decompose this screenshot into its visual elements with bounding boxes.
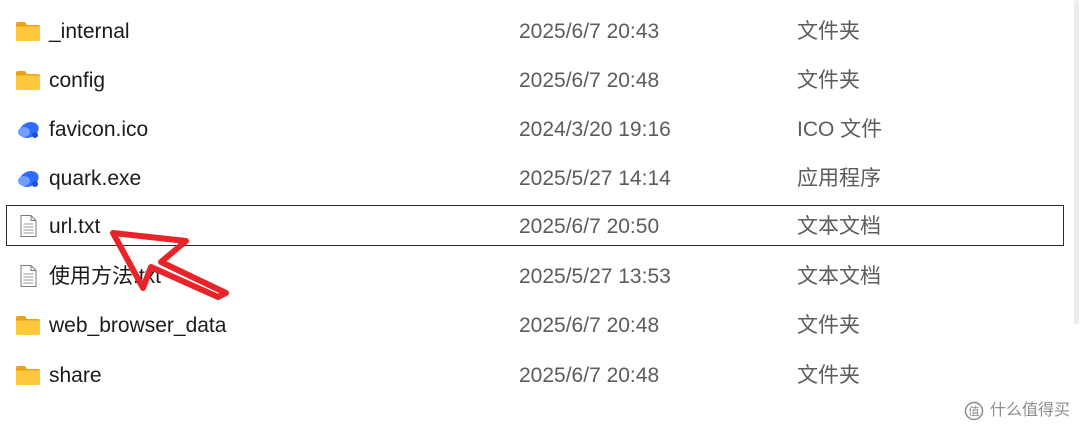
file-name: favicon.ico: [49, 118, 149, 141]
scrollbar-thumb[interactable]: [1074, 0, 1079, 325]
file-name: _internal: [49, 20, 130, 43]
file-date: 2025/5/27 13:53: [519, 265, 671, 288]
quark-icon: [15, 118, 41, 140]
file-row-config[interactable]: config 2025/6/7 20:48 文件夹: [6, 59, 1064, 100]
file-row-internal[interactable]: _internal 2025/6/7 20:43 文件夹: [6, 10, 1064, 51]
file-list-view: _internal 2025/6/7 20:43 文件夹 config 2025…: [0, 0, 1080, 431]
file-type: 文件夹: [797, 69, 860, 92]
file-name: share: [49, 364, 102, 387]
file-type: 文件夹: [797, 364, 860, 387]
file-type: 文本文档: [797, 215, 881, 238]
vertical-scrollbar[interactable]: [1072, 0, 1080, 325]
text-file-icon: [15, 215, 41, 237]
file-type: 文本文档: [797, 265, 881, 288]
folder-icon: [15, 69, 41, 91]
file-row-usage-txt[interactable]: 使用方法.txt 2025/5/27 13:53 文本文档: [6, 255, 1064, 296]
file-row-web-browser-data[interactable]: web_browser_data 2025/6/7 20:48 文件夹: [6, 304, 1064, 345]
file-date: 2025/6/7 20:48: [519, 364, 660, 387]
file-name: web_browser_data: [49, 314, 227, 337]
folder-icon: [15, 364, 41, 386]
file-date: 2025/6/7 20:48: [519, 314, 660, 337]
file-row-share[interactable]: share 2025/6/7 20:48 文件夹: [6, 354, 1064, 395]
file-type: 文件夹: [797, 20, 860, 43]
svg-text:值: 值: [968, 405, 979, 418]
watermark-text: 什么值得买: [989, 402, 1070, 419]
file-date: 2025/6/7 20:48: [519, 69, 660, 92]
file-row-url-txt[interactable]: url.txt 2025/6/7 20:50 文本文档: [6, 205, 1064, 246]
quark-icon: [15, 167, 41, 189]
text-file-icon: [15, 265, 41, 287]
file-name: quark.exe: [49, 167, 142, 190]
file-date: 2025/6/7 20:50: [519, 215, 660, 238]
folder-icon: [15, 20, 41, 42]
file-name: config: [49, 69, 106, 92]
file-date: 2025/5/27 14:14: [519, 167, 671, 190]
watermark: 值 什么值得买: [964, 401, 1070, 421]
file-name: 使用方法.txt: [49, 265, 162, 288]
file-date: 2025/6/7 20:43: [519, 20, 660, 43]
file-name: url.txt: [49, 215, 101, 238]
file-type: 文件夹: [797, 314, 860, 337]
file-type: 应用程序: [797, 167, 881, 190]
folder-icon: [15, 314, 41, 336]
file-type: ICO 文件: [797, 118, 883, 141]
file-date: 2024/3/20 19:16: [519, 118, 671, 141]
file-row-quark-exe[interactable]: quark.exe 2025/5/27 14:14 应用程序: [6, 157, 1064, 198]
watermark-logo-icon: 值: [964, 401, 984, 421]
file-row-favicon[interactable]: favicon.ico 2024/3/20 19:16 ICO 文件: [6, 108, 1064, 149]
